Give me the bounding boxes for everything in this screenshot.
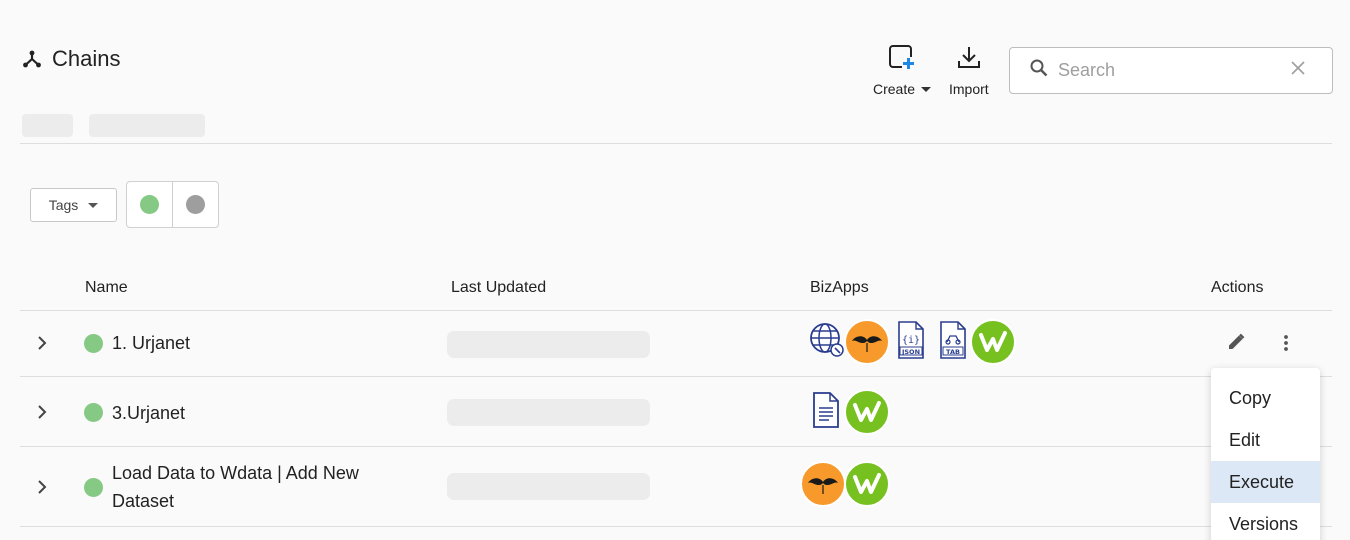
tags-label: Tags [48, 197, 79, 213]
row-actions-menu: Copy Edit Execute Versions [1211, 368, 1320, 540]
bizapps-list [800, 461, 890, 507]
wdata-icon [844, 389, 890, 435]
expand-chevron-icon[interactable] [36, 403, 48, 426]
chain-name-line: Dataset [112, 491, 175, 511]
column-header-bizapps: BizApps [810, 279, 869, 296]
bizapps-list [810, 389, 890, 435]
breadcrumb-placeholder [22, 114, 73, 137]
search-box [1009, 47, 1333, 94]
status-filter-inactive[interactable] [172, 182, 218, 227]
chain-name[interactable]: 1. Urjanet [112, 329, 190, 357]
header-divider [20, 143, 1332, 144]
expand-chevron-icon[interactable] [36, 334, 48, 357]
globe-api-icon [808, 321, 846, 364]
create-button[interactable]: Create [873, 44, 932, 97]
menu-item-edit[interactable]: Edit [1211, 419, 1320, 461]
chain-name[interactable]: 3.Urjanet [112, 399, 185, 427]
status-dot [84, 478, 103, 497]
caret-down-icon [921, 86, 932, 92]
menu-item-execute[interactable]: Execute [1211, 461, 1320, 503]
table-row[interactable]: 1. Urjanet {i} JSON TAB [20, 311, 1332, 377]
mustache-icon [800, 461, 846, 507]
table-row[interactable]: Load Data to Wdata | Add New Dataset [20, 447, 1332, 527]
svg-text:{i}: {i} [902, 335, 920, 346]
page-title: Chains [52, 46, 121, 71]
tab-file-icon: TAB [936, 320, 970, 365]
last-updated-placeholder [447, 331, 650, 358]
last-updated-placeholder [447, 399, 650, 426]
inactive-status-dot [186, 195, 205, 214]
import-button[interactable]: Import [949, 44, 989, 97]
caret-down-icon [88, 202, 99, 208]
svg-text:JSON: JSON [901, 348, 920, 356]
add-box-icon [887, 44, 917, 75]
edit-pencil-icon[interactable] [1226, 332, 1246, 357]
active-status-dot [140, 195, 159, 214]
page-title-group: Chains [22, 46, 120, 72]
status-filter [126, 181, 219, 228]
json-file-icon: {i} JSON [894, 320, 928, 365]
import-icon [955, 44, 983, 75]
bizapps-list: {i} JSON TAB [808, 319, 1016, 365]
column-header-name[interactable]: Name [85, 279, 128, 297]
breadcrumb-placeholder [89, 114, 205, 137]
import-label: Import [949, 81, 989, 97]
last-updated-placeholder [447, 473, 650, 500]
page-header: Chains Create Import [0, 0, 1350, 140]
status-dot [84, 403, 103, 422]
tags-filter-button[interactable]: Tags [30, 188, 117, 222]
column-header-actions: Actions [1211, 279, 1264, 296]
mustache-icon [844, 319, 890, 365]
menu-item-copy[interactable]: Copy [1211, 377, 1320, 419]
more-vertical-icon[interactable] [1282, 333, 1290, 358]
wdata-icon [970, 319, 1016, 365]
search-icon [1030, 59, 1048, 82]
status-filter-active[interactable] [127, 182, 172, 227]
svg-text:TAB: TAB [946, 348, 960, 356]
menu-item-versions[interactable]: Versions [1211, 503, 1320, 540]
chain-name-line: Load Data to Wdata | Add New [112, 463, 359, 483]
status-dot [84, 334, 103, 353]
wdata-icon [844, 461, 890, 507]
expand-chevron-icon[interactable] [36, 478, 48, 501]
create-label: Create [873, 81, 916, 97]
clear-search-icon[interactable] [1290, 60, 1306, 81]
search-input[interactable] [1058, 60, 1290, 81]
chain-name[interactable]: Load Data to Wdata | Add New Dataset [112, 459, 359, 515]
column-header-last-updated[interactable]: Last Updated [451, 279, 546, 297]
table-row[interactable]: 3.Urjanet [20, 377, 1332, 447]
chain-fork-icon [22, 49, 42, 69]
text-document-icon [810, 390, 842, 435]
